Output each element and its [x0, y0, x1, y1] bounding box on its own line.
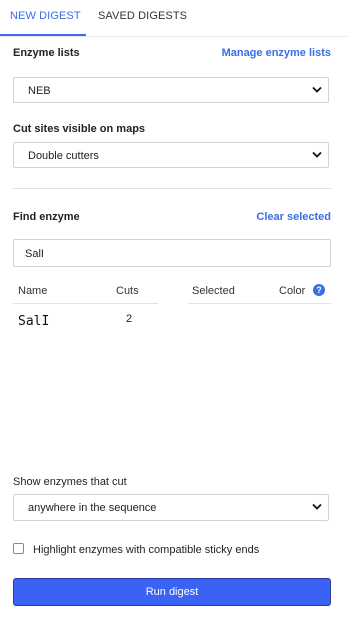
column-header-selected: Selected	[192, 285, 235, 297]
manage-enzyme-lists-link[interactable]: Manage enzyme lists	[222, 47, 331, 59]
column-header-cuts: Cuts	[116, 285, 139, 297]
column-header-color: Color	[279, 285, 306, 297]
enzyme-search-value: SalI	[25, 248, 44, 260]
digest-panel: NEW DIGEST SAVED DIGESTS Enzyme lists Ma…	[0, 0, 347, 624]
enzyme-cuts: 2	[126, 313, 133, 325]
chevron-down-icon	[312, 86, 322, 93]
highlight-compatible-checkbox[interactable]	[13, 543, 24, 554]
show-enzymes-select[interactable]: anywhere in the sequence	[13, 494, 329, 521]
clear-selected-link[interactable]: Clear selected	[256, 211, 331, 223]
enzyme-search-input[interactable]: SalI	[13, 239, 331, 267]
show-enzymes-label: Show enzymes that cut	[13, 476, 127, 488]
enzyme-name: SalI	[18, 314, 50, 329]
run-digest-button[interactable]: Run digest	[13, 578, 331, 606]
enzyme-row[interactable]: SalI 2	[13, 308, 158, 334]
enzyme-lists-label: Enzyme lists	[13, 47, 80, 59]
show-enzymes-value: anywhere in the sequence	[28, 502, 157, 514]
enzyme-list-value: NEB	[28, 85, 51, 97]
right-table-header-line	[188, 303, 331, 304]
active-tab-indicator	[0, 34, 86, 36]
column-header-name: Name	[18, 285, 48, 297]
cut-sites-label: Cut sites visible on maps	[13, 123, 146, 135]
cut-sites-value: Double cutters	[28, 150, 99, 162]
cut-sites-select[interactable]: Double cutters	[13, 142, 329, 168]
section-divider	[13, 188, 331, 189]
find-enzyme-label: Find enzyme	[13, 211, 80, 223]
chevron-down-icon	[312, 151, 322, 158]
tab-bar: NEW DIGEST SAVED DIGESTS	[0, 0, 347, 37]
enzyme-list-select[interactable]: NEB	[13, 77, 329, 103]
left-table-header-line	[13, 303, 158, 304]
chevron-down-icon	[312, 503, 322, 510]
tab-new-digest[interactable]: NEW DIGEST	[10, 10, 81, 22]
help-icon[interactable]: ?	[313, 284, 325, 296]
highlight-compatible-label[interactable]: Highlight enzymes with compatible sticky…	[33, 544, 259, 556]
tab-saved-digests[interactable]: SAVED DIGESTS	[98, 10, 187, 22]
